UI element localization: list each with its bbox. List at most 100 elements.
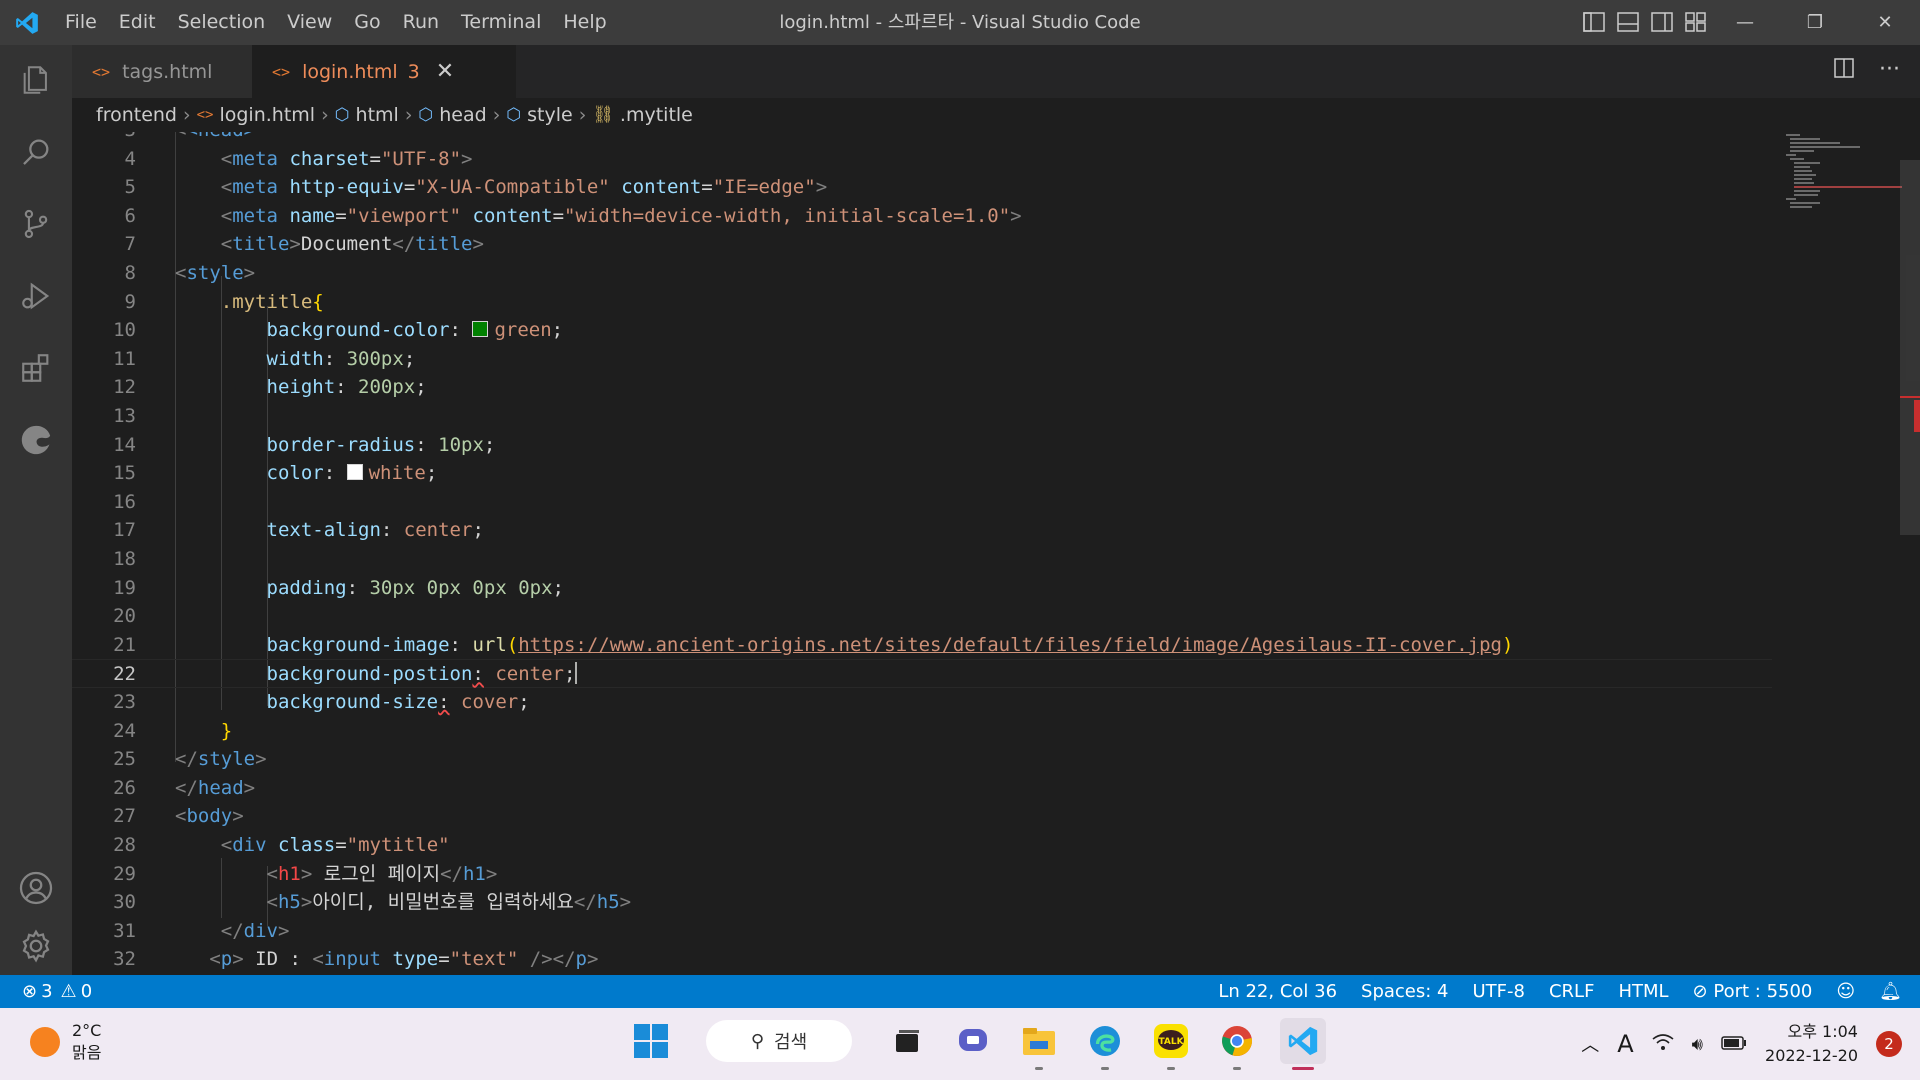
menu-run[interactable]: Run	[392, 0, 450, 45]
code-line: 20	[113, 605, 136, 628]
run-debug-icon[interactable]	[0, 261, 72, 331]
minimize-button[interactable]: —	[1710, 0, 1780, 45]
clock-date: 2022-12-20	[1765, 1046, 1858, 1065]
menu-selection[interactable]: Selection	[167, 0, 277, 45]
breadcrumb-selector[interactable]: .mytitle	[620, 104, 693, 126]
battery-icon[interactable]	[1721, 1034, 1747, 1055]
code-line: 32 <p> ID : <input type="text" /></p>	[113, 948, 599, 971]
code-line: 12 height: 200px;	[113, 376, 427, 399]
color-swatch[interactable]	[472, 321, 489, 338]
weather-condition: 맑음	[72, 1043, 102, 1062]
code-line: 3<<head>	[72, 132, 1772, 145]
error-count: 3	[41, 981, 53, 1002]
menu-file[interactable]: File	[54, 0, 108, 45]
block-icon: ⊘	[1692, 981, 1708, 1002]
search-icon[interactable]	[0, 117, 72, 187]
running-indicator	[1035, 1067, 1043, 1070]
code-line: 6 <meta name="viewport" content="width=d…	[124, 204, 1022, 227]
running-indicator	[1233, 1067, 1241, 1070]
code-line: 28 <div class="mytitle"	[113, 834, 450, 856]
chrome-icon[interactable]	[1214, 1018, 1260, 1070]
ime-indicator[interactable]: A	[1617, 1030, 1633, 1058]
html-file-icon: <>	[272, 62, 291, 81]
toggle-primary-sidebar-icon[interactable]	[1582, 10, 1606, 34]
breadcrumb-file[interactable]: login.html	[219, 104, 315, 126]
code-line: 25 </style>	[113, 748, 267, 771]
breadcrumb-head[interactable]: head	[439, 104, 486, 126]
problems-indicator[interactable]: ⊗ 3 ⚠ 0	[0, 981, 92, 1002]
code-line: 10 background-color: green;	[113, 319, 564, 342]
explorer-icon[interactable]	[0, 45, 72, 115]
minimap[interactable]	[1784, 132, 1902, 212]
code-line: 27 <body>	[113, 805, 244, 828]
edge-devtools-icon[interactable]	[0, 405, 72, 475]
cursor-position[interactable]: Ln 22, Col 36	[1218, 981, 1337, 1002]
breadcrumb-folder[interactable]: frontend	[96, 104, 177, 126]
encoding[interactable]: UTF-8	[1473, 981, 1525, 1002]
tab-login-html[interactable]: <> login.html 3 ✕	[252, 45, 516, 98]
code-line: 7 <title>Document</title>	[124, 233, 484, 256]
kakaotalk-icon[interactable]: TALK	[1148, 1018, 1194, 1070]
toggle-panel-icon[interactable]	[1616, 10, 1640, 34]
volume-icon[interactable]: 🔊︎	[1692, 1034, 1703, 1055]
symbol-element-icon: ⬡	[334, 105, 350, 125]
code-line: 23 background-size: cover;	[113, 691, 530, 713]
indentation[interactable]: Spaces: 4	[1361, 981, 1448, 1002]
taskbar-apps: ⚲ 검색 TALK	[628, 1018, 1326, 1070]
menu-terminal[interactable]: Terminal	[450, 0, 552, 45]
start-button[interactable]	[628, 1018, 674, 1064]
image-url-link[interactable]: https://www.ancient-origins.net/sites/de…	[518, 634, 1502, 656]
settings-gear-icon[interactable]	[0, 911, 72, 981]
menu-help[interactable]: Help	[552, 0, 617, 45]
tab-tags-html[interactable]: <> tags.html	[72, 45, 252, 98]
vscode-taskbar-icon[interactable]	[1280, 1018, 1326, 1070]
wifi-icon[interactable]	[1652, 1033, 1674, 1056]
notification-badge[interactable]: 2	[1876, 1031, 1902, 1057]
teams-chat-icon[interactable]	[950, 1018, 996, 1064]
menu-edit[interactable]: Edit	[108, 0, 167, 45]
close-tab-icon[interactable]: ✕	[436, 59, 454, 84]
toggle-secondary-sidebar-icon[interactable]	[1650, 10, 1674, 34]
notifications-bell-icon[interactable]: 🔔︎	[1879, 981, 1902, 1002]
code-line: 24 }	[113, 719, 233, 742]
layout-controls	[1582, 10, 1708, 34]
code-line: 29 <h1> 로그인 페이지</h1>	[113, 862, 498, 885]
code-line: 14 border-radius: 10px;	[113, 433, 496, 456]
vertical-scrollbar[interactable]	[1900, 160, 1920, 535]
language-mode[interactable]: HTML	[1618, 981, 1668, 1002]
temperature: 2°C	[72, 1021, 102, 1040]
clock[interactable]: 오후 1:04 2022-12-20	[1765, 1020, 1858, 1068]
symbol-selector-icon: ⛓	[592, 105, 614, 125]
split-editor-icon[interactable]	[1833, 57, 1855, 85]
end-of-line[interactable]: CRLF	[1549, 981, 1594, 1002]
menu-view[interactable]: View	[276, 0, 343, 45]
weather-widget[interactable]: 2°C 맑음	[30, 1020, 101, 1064]
more-actions-icon[interactable]: ···	[1879, 57, 1900, 85]
error-overview-marker	[1914, 400, 1920, 432]
tab-label: tags.html	[122, 60, 213, 83]
running-indicator	[1101, 1067, 1109, 1070]
error-icon: ⊗	[22, 981, 38, 1002]
source-control-icon[interactable]	[0, 189, 72, 259]
live-server-port[interactable]: ⊘ Port : 5500	[1693, 981, 1813, 1002]
file-explorer-icon[interactable]	[1016, 1018, 1062, 1070]
edge-browser-icon[interactable]	[1082, 1018, 1128, 1070]
color-swatch[interactable]	[346, 464, 363, 481]
restore-button[interactable]: ❐	[1780, 0, 1850, 45]
customize-layout-icon[interactable]	[1684, 10, 1708, 34]
code-editor[interactable]: 3<<head> 4 <meta charset="UTF-8"> 5 <met…	[72, 132, 1920, 975]
task-view-icon[interactable]	[884, 1018, 930, 1064]
search-icon: ⚲	[750, 1030, 765, 1052]
breadcrumb-html[interactable]: html	[356, 104, 399, 126]
menu-go[interactable]: Go	[343, 0, 391, 45]
extensions-icon[interactable]	[0, 333, 72, 403]
status-bar: ⊗ 3 ⚠ 0 Ln 22, Col 36 Spaces: 4 UTF-8 CR…	[0, 975, 1920, 1008]
activity-bar	[0, 45, 72, 975]
breadcrumb-style[interactable]: style	[527, 104, 573, 126]
show-hidden-icons-chevron-up-icon[interactable]: ︿	[1581, 1031, 1599, 1057]
code-line: 8 <style>	[124, 262, 256, 284]
taskbar-search[interactable]: ⚲ 검색	[706, 1020, 852, 1062]
search-label: 검색	[774, 1032, 808, 1053]
feedback-icon[interactable]: ☺	[1836, 981, 1855, 1002]
close-window-button[interactable]: ✕	[1850, 0, 1920, 45]
